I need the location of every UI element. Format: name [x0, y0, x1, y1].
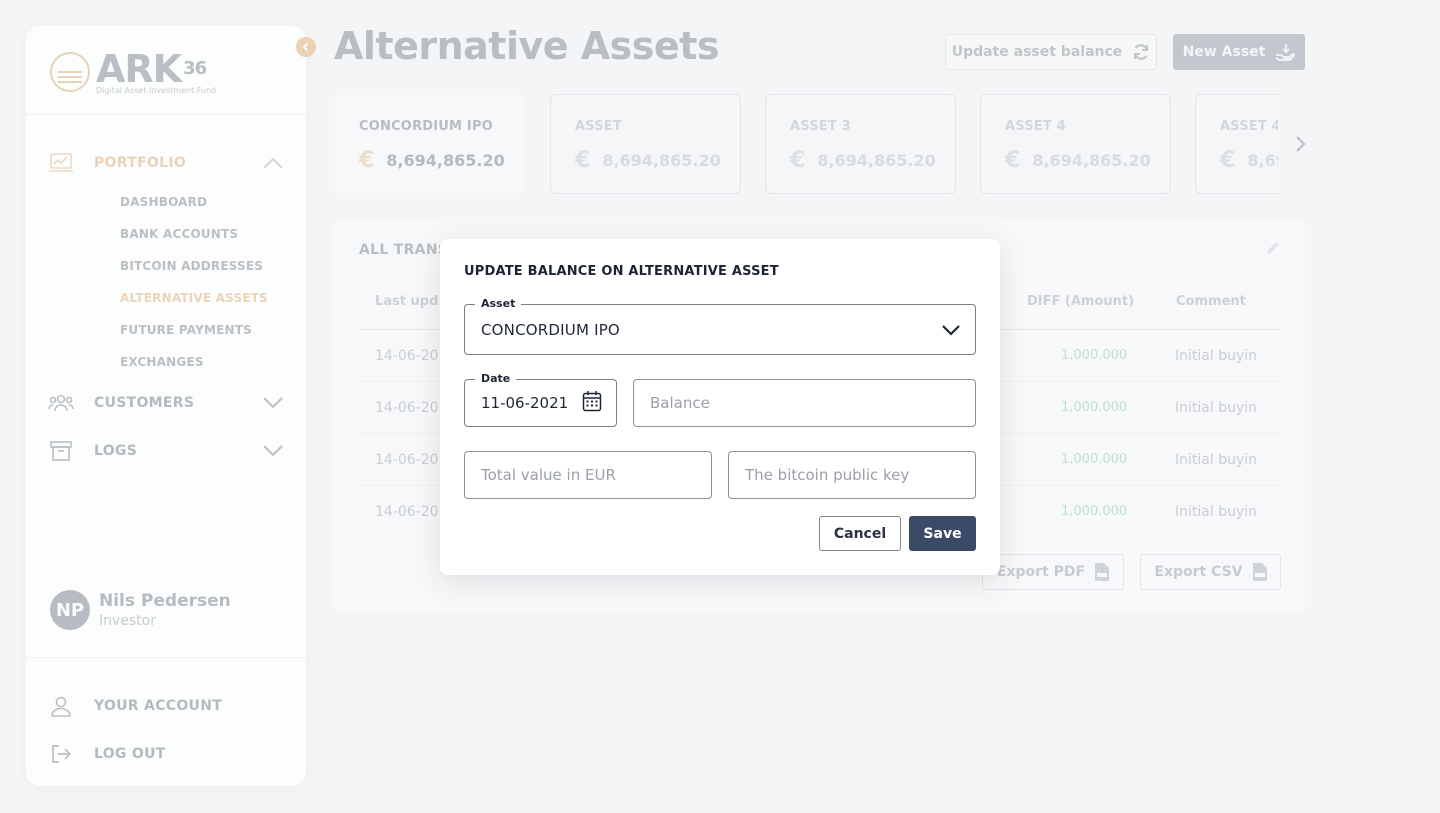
update-balance-dialog: UPDATE BALANCE ON ALTERNATIVE ASSET Asse… — [440, 239, 1000, 575]
asset-selected-value: CONCORDIUM IPO — [481, 320, 620, 339]
chevron-left-icon — [302, 42, 309, 52]
total-value-input-wrapper — [464, 451, 712, 499]
balance-input-wrapper — [633, 379, 976, 427]
collapse-sidebar-button[interactable] — [296, 37, 316, 57]
cancel-button[interactable]: Cancel — [819, 516, 901, 551]
bitcoin-key-input-wrapper — [728, 451, 976, 499]
total-value-eur-input[interactable] — [465, 452, 711, 498]
date-value: 11-06-2021 — [481, 394, 569, 412]
chevron-down-icon — [941, 320, 961, 340]
save-button[interactable]: Save — [909, 516, 976, 551]
date-label: Date — [475, 372, 517, 385]
bitcoin-public-key-input[interactable] — [729, 452, 975, 498]
asset-label: Asset — [475, 297, 522, 310]
dialog-title: UPDATE BALANCE ON ALTERNATIVE ASSET — [464, 264, 779, 279]
calendar-icon[interactable] — [582, 390, 602, 416]
asset-select[interactable]: Asset CONCORDIUM IPO — [464, 297, 976, 355]
balance-input[interactable] — [634, 380, 975, 426]
date-picker-field[interactable]: Date 11-06-2021 — [464, 372, 617, 427]
